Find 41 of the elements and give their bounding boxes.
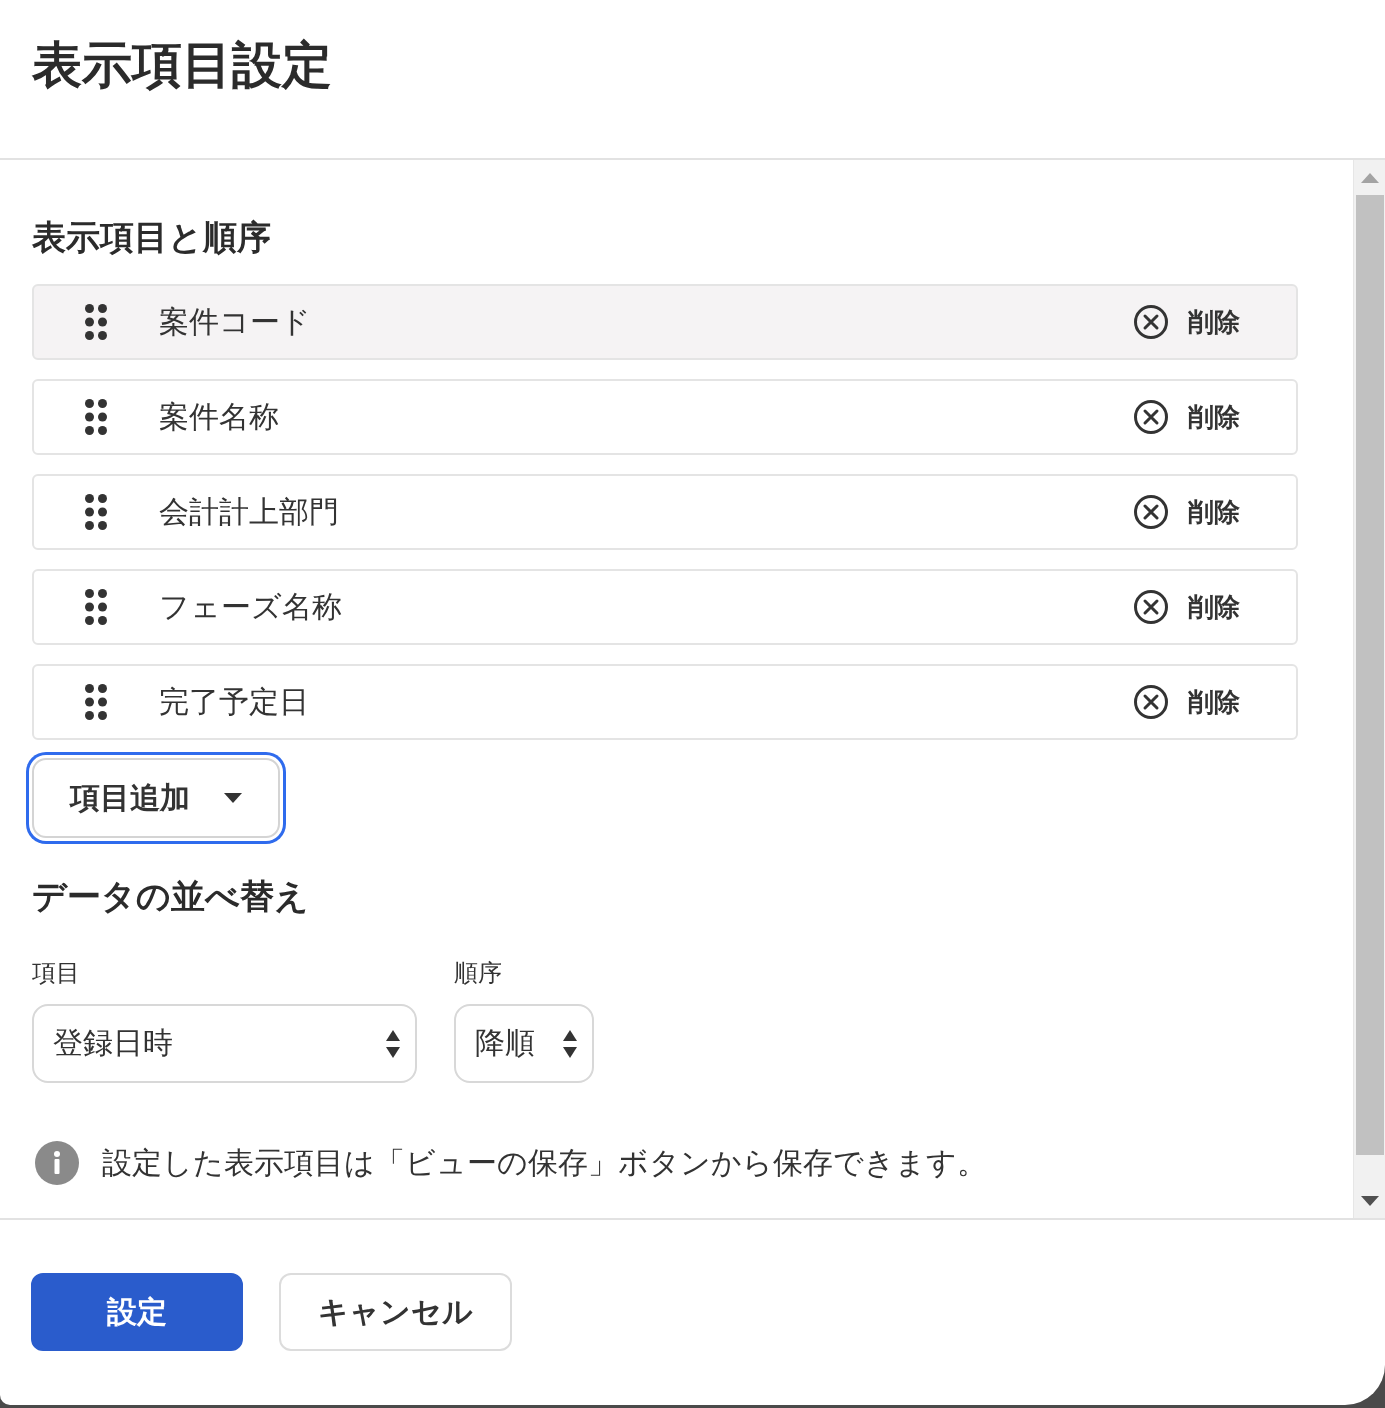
delete-button[interactable]: 削除 (1134, 685, 1240, 719)
item-label: フェーズ名称 (159, 589, 342, 625)
delete-button[interactable]: 削除 (1134, 495, 1240, 529)
circle-x-icon (1134, 495, 1168, 529)
drag-handle-icon[interactable] (85, 684, 107, 720)
list-item[interactable]: 完了予定日 削除 (32, 664, 1298, 740)
drag-handle-icon[interactable] (85, 399, 107, 435)
drag-handle-icon[interactable] (85, 494, 107, 530)
item-label: 案件コード (159, 304, 311, 340)
field-label: 順序 (454, 958, 502, 988)
dialog-title: 表示項目設定 (32, 35, 332, 95)
delete-button[interactable]: 削除 (1134, 305, 1240, 339)
select-field[interactable]: 降順 (454, 1004, 594, 1083)
scroll-down-icon[interactable] (1360, 1195, 1379, 1206)
drag-handle-icon[interactable] (85, 589, 107, 625)
scrollbar-thumb[interactable] (1355, 195, 1384, 1155)
section-heading: データの並べ替え (32, 876, 309, 916)
up-down-arrows-icon (386, 1029, 400, 1058)
list-item[interactable]: 案件名称 削除 (32, 379, 1298, 455)
list-item[interactable]: 会計計上部門 削除 (32, 474, 1298, 550)
item-label: 完了予定日 (159, 684, 309, 720)
info-icon (35, 1141, 79, 1185)
select-field[interactable]: 登録日時 (32, 1004, 417, 1083)
item-label: 案件名称 (159, 399, 279, 435)
circle-x-icon (1134, 400, 1168, 434)
delete-button[interactable]: 削除 (1134, 400, 1240, 434)
circle-x-icon (1134, 685, 1168, 719)
cancel-button[interactable]: キャンセル (279, 1273, 512, 1351)
caret-down-icon (224, 793, 242, 803)
circle-x-icon (1134, 590, 1168, 624)
list-item[interactable]: 案件コード 削除 (32, 284, 1298, 360)
drag-handle-icon[interactable] (85, 304, 107, 340)
item-label: 会計計上部門 (159, 494, 339, 530)
circle-x-icon (1134, 305, 1168, 339)
delete-button[interactable]: 削除 (1134, 590, 1240, 624)
confirm-button[interactable]: 設定 (31, 1273, 243, 1351)
up-down-arrows-icon (563, 1029, 577, 1058)
list-item[interactable]: フェーズ名称 削除 (32, 569, 1298, 645)
field-label: 項目 (32, 958, 80, 988)
section-heading: 表示項目と順序 (32, 217, 271, 257)
info-note: 設定した表示項目は「ビューの保存」ボタンから保存できます。 (102, 1144, 987, 1182)
